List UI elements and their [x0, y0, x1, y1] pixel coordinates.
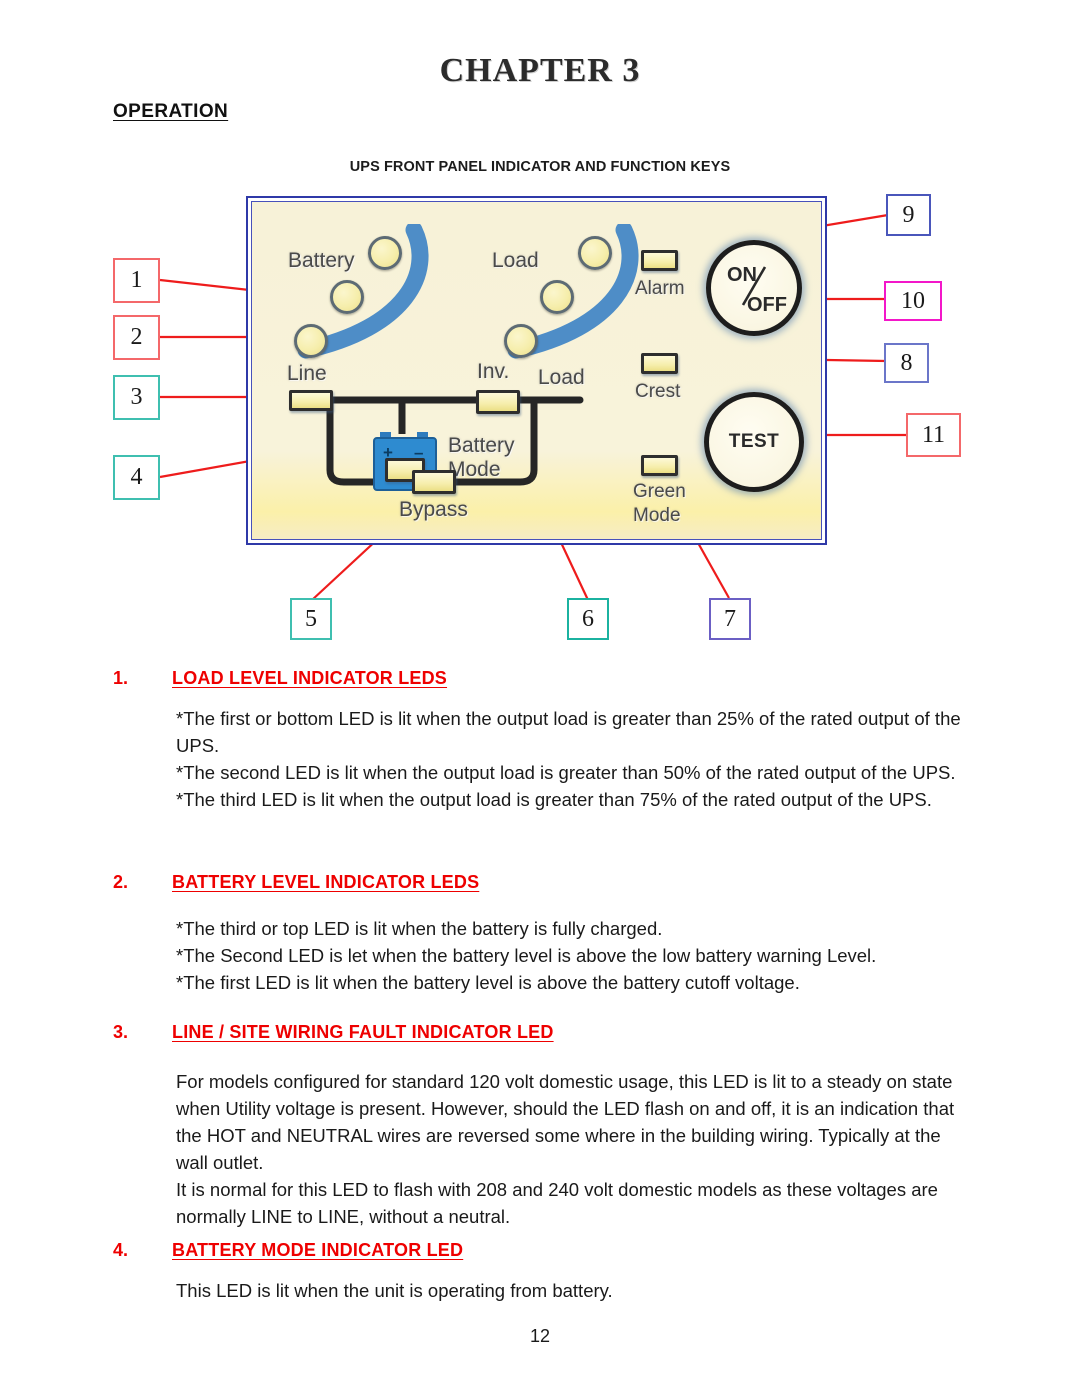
callout-label-11: 11	[921, 421, 946, 448]
inverter-label: Inv.	[477, 360, 510, 383]
test-button[interactable]: TEST	[704, 392, 804, 492]
section-1-number: 1.	[113, 668, 129, 688]
line-label: Line	[287, 362, 327, 385]
leader-4	[159, 431, 387, 479]
chapter-title: CHAPTER 3	[439, 52, 641, 89]
callout-box-9: 9	[886, 194, 931, 236]
section-4-number: 4.	[113, 1240, 129, 1260]
callout-label-8: 8	[900, 349, 913, 376]
green-mode-led	[641, 455, 678, 476]
callout-label-1: 1	[130, 267, 143, 293]
on-off-button[interactable]: ON OFF	[706, 240, 802, 336]
section-3-heading: LINE / SITE WIRING FAULT INDICATOR LED	[172, 1022, 554, 1043]
alarm-label: Alarm	[635, 278, 685, 299]
inverter-led	[476, 390, 520, 414]
battery-symbol: + –	[373, 432, 437, 491]
operation-heading: OPERATION	[113, 101, 229, 122]
callout-box-8: 8	[884, 343, 929, 383]
leader-6	[494, 402, 589, 601]
section-3-title: LINE / SITE WIRING FAULT INDICATOR LED	[172, 1022, 554, 1042]
callout-box-3: 3	[113, 375, 160, 420]
leader-7	[651, 459, 730, 599]
alarm-led	[641, 250, 678, 271]
section-3-body-text: For models configured for standard 120 v…	[176, 1071, 955, 1227]
callout-leader-lines	[159, 213, 908, 601]
bypass-label: Bypass	[399, 498, 468, 521]
callout-label-3: 3	[130, 384, 143, 410]
green-mode-label-line1: Green	[633, 481, 686, 502]
battery-mode-led	[385, 458, 425, 482]
section-2-number: 2.	[113, 872, 129, 892]
leader-8	[651, 349, 887, 365]
section-4-body: This LED is lit when the unit is operati…	[176, 1277, 966, 1304]
callout-box-7: 7	[709, 598, 751, 640]
swoosh-decoration-left	[297, 224, 429, 359]
leader-5	[311, 483, 438, 601]
section-1-body: *The first or bottom LED is lit when the…	[176, 705, 986, 813]
battery-mode-label-line2: Mode	[448, 458, 501, 481]
ups-front-panel: Battery Load Alarm Crest Green Mode ON O…	[246, 196, 827, 545]
load-led-middle	[540, 280, 574, 314]
bypass-led	[412, 470, 456, 494]
section-4-body-text: This LED is lit when the unit is operati…	[176, 1280, 613, 1301]
load-led-bottom	[504, 324, 538, 358]
section-4-heading: BATTERY MODE INDICATOR LED	[172, 1240, 463, 1261]
callout-box-5: 5	[290, 598, 332, 640]
callout-label-6: 6	[582, 605, 594, 632]
section-3-number: 3.	[113, 1022, 129, 1042]
power-path-schematic	[318, 396, 584, 486]
line-led	[289, 390, 333, 411]
test-button-label: TEST	[728, 431, 780, 452]
callout-label-9: 9	[902, 201, 915, 228]
green-mode-label-line2: Mode	[633, 505, 681, 526]
svg-text:ON: ON	[727, 264, 757, 286]
section-1-body-text: *The first or bottom LED is lit when the…	[176, 708, 961, 810]
battery-led-middle	[330, 280, 364, 314]
callout-label-2: 2	[130, 324, 143, 350]
figure-caption: UPS FRONT PANEL INDICATOR AND FUNCTION K…	[349, 159, 731, 175]
callout-box-6: 6	[567, 598, 609, 640]
leader-9	[652, 213, 889, 260]
battery-level-label: Battery	[288, 249, 355, 272]
on-off-glyph: ON OFF	[727, 264, 787, 316]
callout-box-10: 10	[884, 281, 942, 321]
callout-label-5: 5	[305, 605, 317, 632]
callout-box-2: 2	[113, 315, 160, 360]
svg-text:OFF: OFF	[747, 294, 787, 316]
battery-mode-label-line1: Battery	[448, 434, 515, 457]
section-2-body-text: *The third or top LED is lit when the ba…	[176, 918, 877, 993]
battery-led-bottom	[294, 324, 328, 358]
panel-face: Battery Load Alarm Crest Green Mode ON O…	[251, 201, 822, 540]
section-1-heading: LOAD LEVEL INDICATOR LEDS	[172, 668, 447, 689]
section-2-title: BATTERY LEVEL INDICATOR LEDS	[172, 872, 480, 892]
callout-box-4: 4	[113, 455, 160, 500]
crest-led	[641, 353, 678, 374]
load-output-label: Load	[538, 366, 585, 389]
crest-label: Crest	[635, 381, 681, 402]
ups-panel-figure: Battery Load Alarm Crest Green Mode ON O…	[0, 0, 1080, 660]
callout-box-11: 11	[906, 413, 961, 457]
section-4-title: BATTERY MODE INDICATOR LED	[172, 1240, 464, 1260]
callout-label-10: 10	[901, 287, 925, 314]
section-2-body: *The third or top LED is lit when the ba…	[176, 915, 966, 996]
leader-1	[159, 278, 493, 324]
battery-led-top	[368, 236, 402, 270]
load-led-top	[578, 236, 612, 270]
section-3-body: For models configured for standard 120 v…	[176, 1068, 956, 1230]
callout-box-1: 1	[113, 258, 160, 303]
load-level-label: Load	[492, 249, 539, 272]
section-2-heading: BATTERY LEVEL INDICATOR LEDS	[172, 872, 479, 893]
callout-label-4: 4	[130, 464, 143, 490]
swoosh-decoration-right	[507, 224, 639, 359]
section-1-title: LOAD LEVEL INDICATOR LEDS	[172, 668, 448, 688]
callout-label-7: 7	[724, 605, 736, 632]
svg-text:+: +	[383, 443, 393, 462]
page-number: 12	[529, 1326, 551, 1346]
svg-text:–: –	[414, 443, 423, 462]
